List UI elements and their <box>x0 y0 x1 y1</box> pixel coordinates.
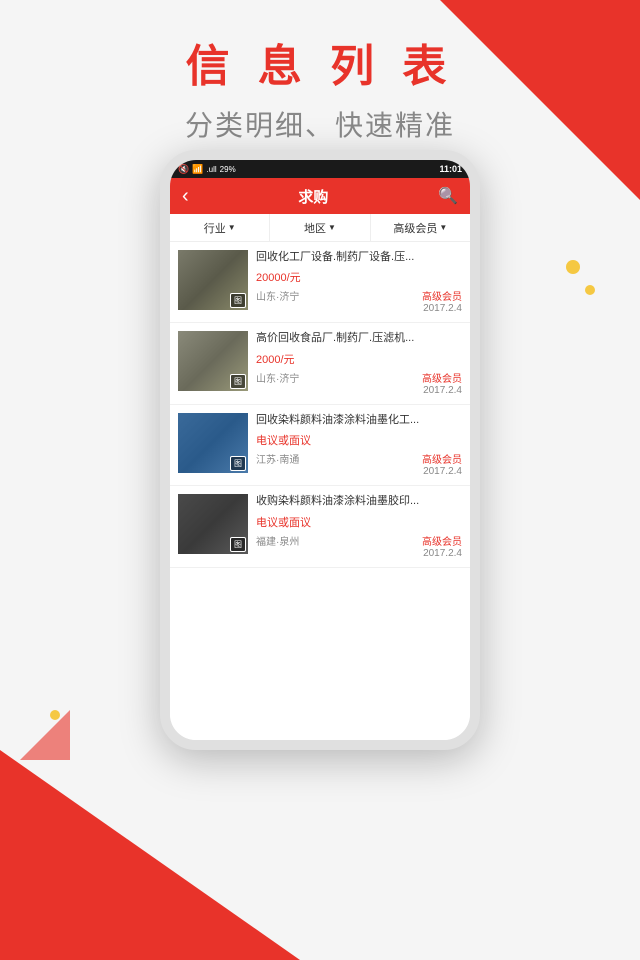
item-location: 山东·济宁 <box>256 288 299 303</box>
list-container: 图 回收化工厂设备.制药厂设备.压... 20000/元 山东·济宁 高级会员 … <box>170 242 470 568</box>
yellow-dot-2 <box>585 285 595 295</box>
item-meta: 山东·济宁 高级会员 <box>256 370 462 385</box>
status-time: 11:01 <box>439 164 462 174</box>
item-location: 江苏·南通 <box>256 451 299 466</box>
phone-screen: ‹ 求购 🔍 行业 ▼ 地区 ▼ 高级会员 ▼ <box>170 178 470 740</box>
item-location: 福建·泉州 <box>256 533 299 548</box>
page-subtitle: 分类明细、快速精准 <box>0 104 640 144</box>
item-title: 收购染料颜料油漆涂料油墨胶印... <box>256 494 462 509</box>
list-item[interactable]: 图 收购染料颜料油漆涂料油墨胶印... 电议或面议 福建·泉州 高级会员 201… <box>170 486 470 567</box>
item-meta-date: 2017.2.4 <box>256 385 462 396</box>
filter-industry[interactable]: 行业 ▼ <box>170 214 270 241</box>
item-date: 2017.2.4 <box>423 548 462 559</box>
tri-deco-mid-left <box>20 710 70 760</box>
item-badge: 高级会员 <box>422 451 462 466</box>
item-title: 回收染料颜料油漆涂料油墨化工... <box>256 413 462 428</box>
filter-member-arrow: ▼ <box>439 223 447 232</box>
item-price: 电议或面议 <box>256 432 462 448</box>
item-meta-date: 2017.2.4 <box>256 548 462 559</box>
item-price: 2000/元 <box>256 351 462 367</box>
item-badge: 高级会员 <box>422 288 462 303</box>
phone-frame: 🔇 📶 .ull 29% 11:01 ‹ 求购 🔍 行业 ▼ <box>160 150 480 750</box>
item-badge: 高级会员 <box>422 533 462 548</box>
filter-industry-label: 行业 <box>204 220 226 236</box>
item-date: 2017.2.4 <box>423 303 462 314</box>
filter-region-label: 地区 <box>304 220 326 236</box>
item-image-bg: 图 <box>178 250 248 310</box>
item-meta: 山东·济宁 高级会员 <box>256 288 462 303</box>
item-content: 回收化工厂设备.制药厂设备.压... 20000/元 山东·济宁 高级会员 20… <box>256 250 462 314</box>
item-location: 山东·济宁 <box>256 370 299 385</box>
phone-outer: 🔇 📶 .ull 29% 11:01 ‹ 求购 🔍 行业 ▼ <box>160 150 480 750</box>
item-meta-date: 2017.2.4 <box>256 466 462 477</box>
search-icon[interactable]: 🔍 <box>438 186 458 206</box>
item-date: 2017.2.4 <box>423 466 462 477</box>
yellow-dot-1 <box>566 260 580 274</box>
item-meta: 江苏·南通 高级会员 <box>256 451 462 466</box>
app-header: ‹ 求购 🔍 <box>170 178 470 214</box>
item-thumbnail: 图 <box>178 250 248 310</box>
status-left: 🔇 📶 .ull 29% <box>178 164 236 175</box>
item-content: 收购染料颜料油漆涂料油墨胶印... 电议或面议 福建·泉州 高级会员 2017.… <box>256 494 462 558</box>
image-label: 图 <box>230 537 246 552</box>
signal-bars: .ull <box>206 165 216 174</box>
battery-level: 29% <box>220 165 236 174</box>
item-date: 2017.2.4 <box>423 385 462 396</box>
app-screen-title: 求购 <box>298 186 328 207</box>
filter-bar: 行业 ▼ 地区 ▼ 高级会员 ▼ <box>170 214 470 242</box>
filter-region[interactable]: 地区 ▼ <box>270 214 370 241</box>
item-meta: 福建·泉州 高级会员 <box>256 533 462 548</box>
back-button[interactable]: ‹ <box>182 185 189 208</box>
item-content: 高价回收食品厂.制药厂.压滤机... 2000/元 山东·济宁 高级会员 201… <box>256 331 462 395</box>
item-image-bg: 图 <box>178 331 248 391</box>
speaker-icon: 🔇 <box>178 164 189 175</box>
page-title: 信 息 列 表 <box>0 30 640 94</box>
filter-region-arrow: ▼ <box>328 223 336 232</box>
item-price: 20000/元 <box>256 269 462 285</box>
list-item[interactable]: 图 高价回收食品厂.制药厂.压滤机... 2000/元 山东·济宁 高级会员 2… <box>170 323 470 404</box>
item-thumbnail: 图 <box>178 413 248 473</box>
status-right: 11:01 <box>439 164 462 174</box>
wifi-icon: 📶 <box>192 164 203 175</box>
item-content: 回收染料颜料油漆涂料油墨化工... 电议或面议 江苏·南通 高级会员 2017.… <box>256 413 462 477</box>
item-thumbnail: 图 <box>178 331 248 391</box>
item-title: 高价回收食品厂.制药厂.压滤机... <box>256 331 462 346</box>
item-image-bg: 图 <box>178 413 248 473</box>
item-image-bg: 图 <box>178 494 248 554</box>
list-item[interactable]: 图 回收染料颜料油漆涂料油墨化工... 电议或面议 江苏·南通 高级会员 201… <box>170 405 470 486</box>
item-meta-date: 2017.2.4 <box>256 303 462 314</box>
image-label: 图 <box>230 293 246 308</box>
status-bar: 🔇 📶 .ull 29% 11:01 <box>170 160 470 178</box>
list-item[interactable]: 图 回收化工厂设备.制药厂设备.压... 20000/元 山东·济宁 高级会员 … <box>170 242 470 323</box>
filter-member[interactable]: 高级会员 ▼ <box>371 214 470 241</box>
item-price: 电议或面议 <box>256 514 462 530</box>
image-label: 图 <box>230 456 246 471</box>
item-thumbnail: 图 <box>178 494 248 554</box>
filter-industry-arrow: ▼ <box>228 223 236 232</box>
filter-member-label: 高级会员 <box>393 220 437 236</box>
page-header: 信 息 列 表 分类明细、快速精准 <box>0 30 640 144</box>
item-badge: 高级会员 <box>422 370 462 385</box>
item-title: 回收化工厂设备.制药厂设备.压... <box>256 250 462 265</box>
image-label: 图 <box>230 374 246 389</box>
